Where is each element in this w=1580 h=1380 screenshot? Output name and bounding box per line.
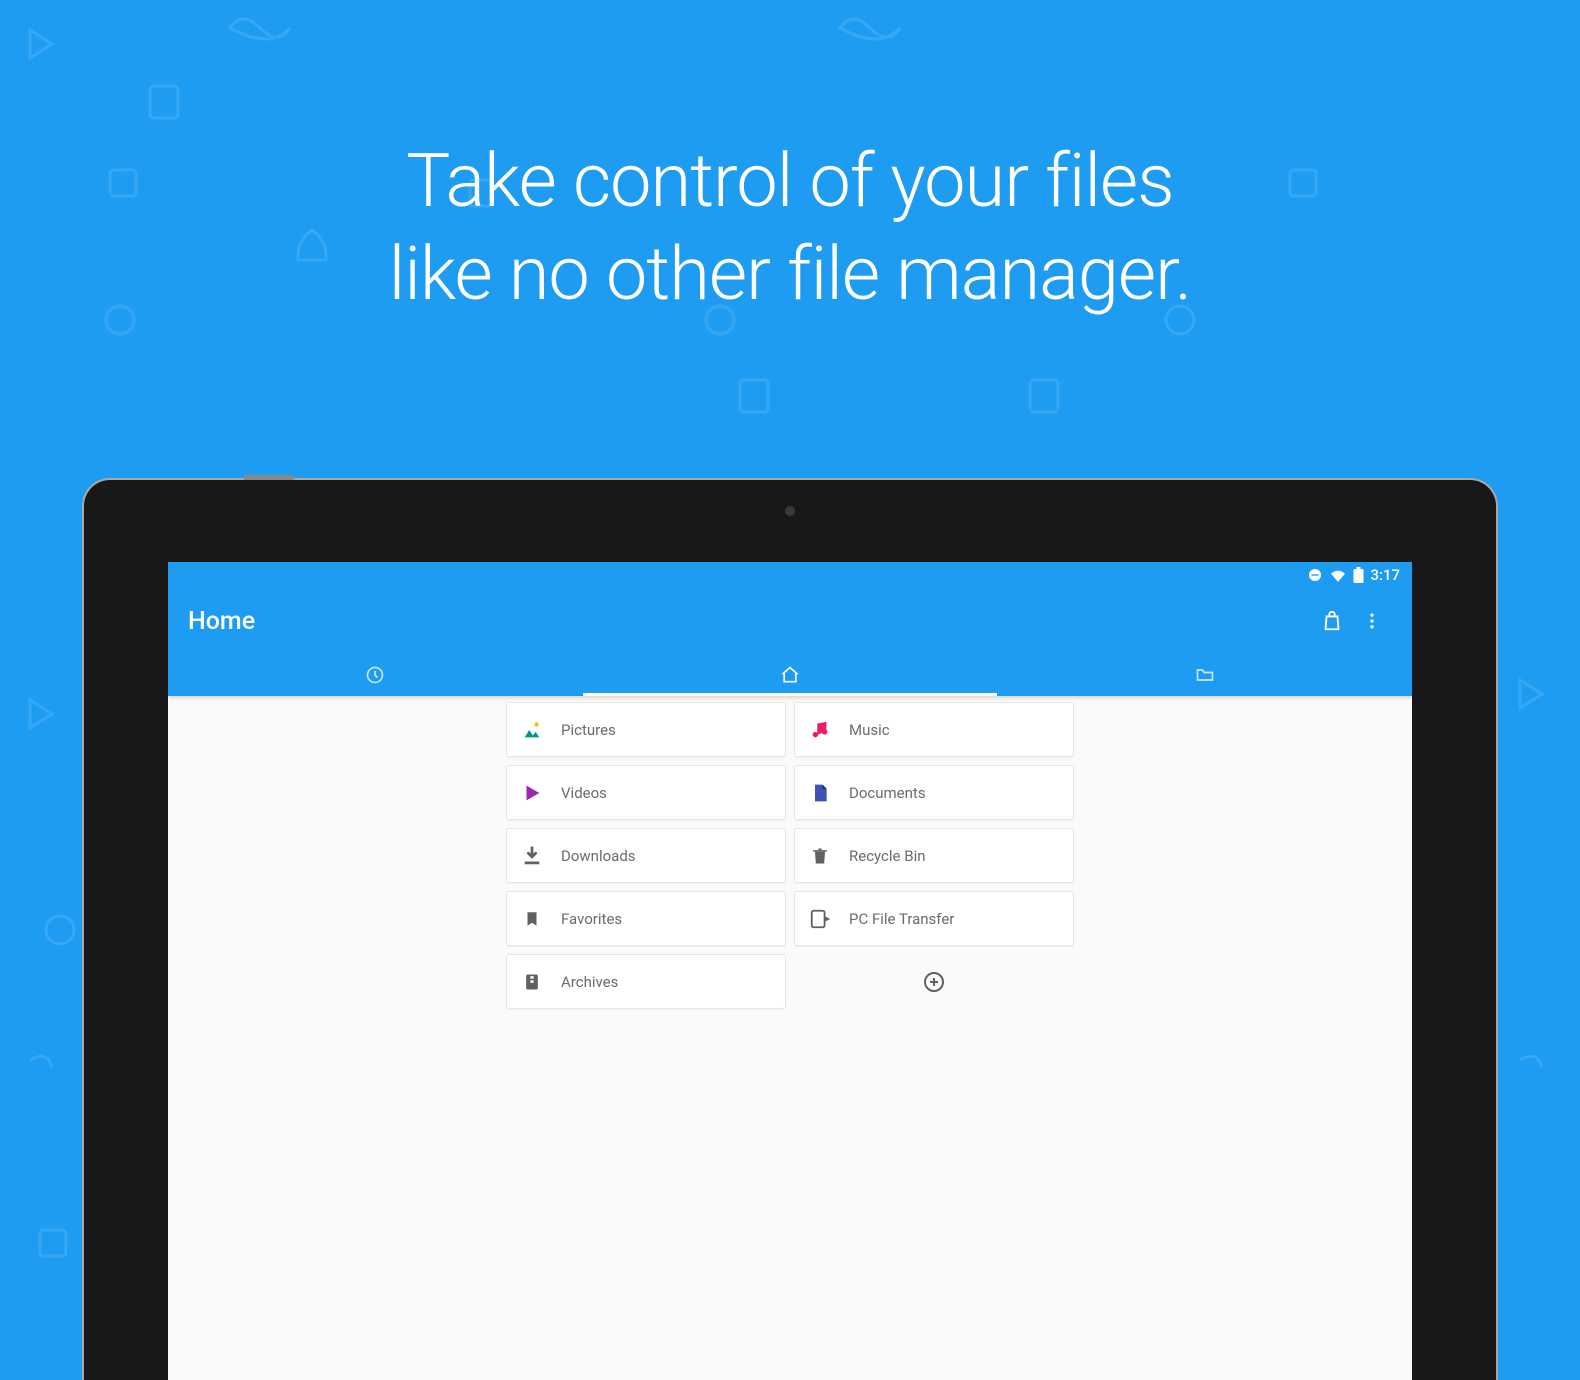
tablet-camera <box>785 506 795 516</box>
headline: Take control of your files like no other… <box>0 0 1580 321</box>
trash-icon <box>809 845 831 867</box>
pictures-icon <box>521 719 543 741</box>
tab-files[interactable] <box>997 654 1412 696</box>
card-documents[interactable]: Documents <box>794 765 1074 820</box>
app-screen: 3:17 Home <box>168 562 1412 1380</box>
shopping-bag-icon <box>1321 610 1343 632</box>
category-grid: Pictures Music Videos <box>506 702 1074 1009</box>
tablet-power-button <box>244 475 294 480</box>
shop-button[interactable] <box>1312 601 1352 641</box>
tab-home[interactable] <box>583 654 998 696</box>
card-label: Downloads <box>561 847 636 865</box>
card-label: Documents <box>849 784 926 802</box>
card-label: Music <box>849 721 890 739</box>
card-label: Recycle Bin <box>849 847 926 865</box>
status-time: 3:17 <box>1370 566 1400 584</box>
home-content: Pictures Music Videos <box>168 696 1412 1009</box>
add-category-button[interactable] <box>794 954 1074 1009</box>
card-label: PC File Transfer <box>849 910 954 928</box>
status-bar: 3:17 <box>168 562 1412 588</box>
card-archives[interactable]: Archives <box>506 954 786 1009</box>
pc-transfer-icon <box>809 908 831 930</box>
archive-icon <box>521 971 543 993</box>
card-downloads[interactable]: Downloads <box>506 828 786 883</box>
headline-line-1: Take control of your files <box>406 138 1173 225</box>
home-icon <box>780 665 800 685</box>
folder-icon <box>1195 665 1215 685</box>
more-vert-icon <box>1362 611 1382 631</box>
tab-bar <box>168 654 1412 696</box>
plus-circle-icon <box>922 970 946 994</box>
card-music[interactable]: Music <box>794 702 1074 757</box>
videos-icon <box>521 782 543 804</box>
documents-icon <box>809 782 831 804</box>
card-pictures[interactable]: Pictures <box>506 702 786 757</box>
app-title: Home <box>188 607 1312 636</box>
card-label: Archives <box>561 973 618 991</box>
card-label: Videos <box>561 784 607 802</box>
clock-icon <box>365 665 385 685</box>
tab-recent[interactable] <box>168 654 583 696</box>
headline-line-2: like no other file manager. <box>389 231 1192 318</box>
card-pc-file-transfer[interactable]: PC File Transfer <box>794 891 1074 946</box>
card-label: Favorites <box>561 910 622 928</box>
music-icon <box>809 719 831 741</box>
card-label: Pictures <box>561 721 616 739</box>
bookmark-icon <box>521 908 543 930</box>
card-recycle-bin[interactable]: Recycle Bin <box>794 828 1074 883</box>
card-favorites[interactable]: Favorites <box>506 891 786 946</box>
app-bar: Home <box>168 588 1412 654</box>
dnd-icon <box>1307 567 1323 583</box>
downloads-icon <box>521 845 543 867</box>
card-videos[interactable]: Videos <box>506 765 786 820</box>
tablet-frame: 3:17 Home <box>82 478 1498 1380</box>
more-button[interactable] <box>1352 601 1392 641</box>
battery-icon <box>1353 567 1364 583</box>
wifi-icon <box>1329 568 1347 582</box>
